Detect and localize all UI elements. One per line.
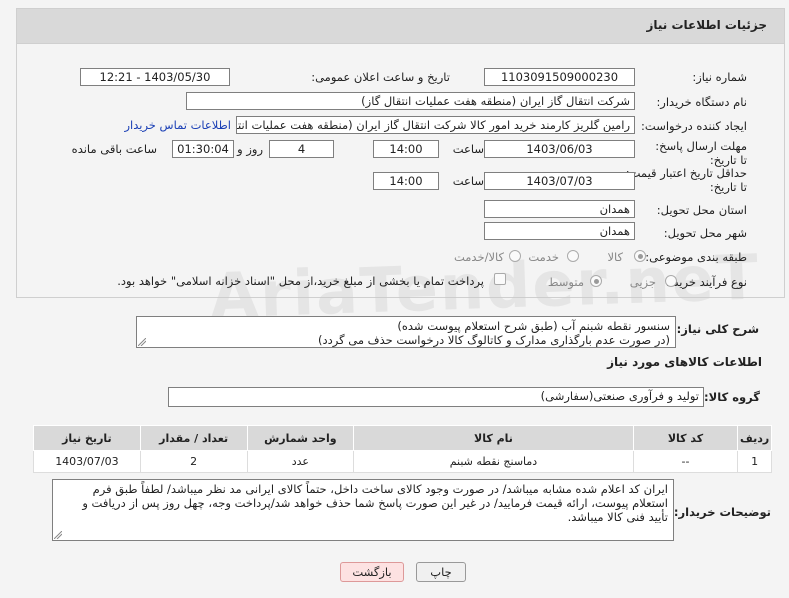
table-header-row: ردیف کد کالا نام کالا واحد شمارش تعداد /… [33,425,772,451]
buyer-notes-line-3: تأیید فنی کالا میباشد. [567,510,668,524]
contact-info-link[interactable]: اطلاعات تماس خریدار [124,118,231,132]
header-row-number: ردیف [737,425,772,451]
category-radio-goods[interactable] [634,250,646,262]
requester-label: ایجاد کننده درخواست: [641,119,747,133]
resize-grip-icon[interactable] [138,338,146,346]
cell-unit: عدد [246,450,355,473]
table-row[interactable]: 1 -- دماسنج نقطه شبنم عدد 2 1403/07/03 [33,450,772,473]
header-quantity: تعداد / مقدار [139,425,248,451]
buyer-notes-textarea[interactable]: ایران کد اعلام شده مشابه میباشد/ در صورت… [52,479,674,541]
category-option-goods-service: کالا/خدمت [453,250,504,264]
print-button[interactable]: چاپ [416,562,466,582]
description-textarea[interactable]: سنسور نقطه شبنم آب (طبق شرح استعلام پیوس… [136,316,676,348]
validity-label: حداقل تاریخ اعتبار قیمت: تا تاریخ: [625,166,747,194]
deadline-time-label: ساعت [452,142,484,156]
need-number-field[interactable]: 1103091509000230 [484,68,635,86]
validity-time-field[interactable]: 14:00 [373,172,439,190]
header-unit: واحد شمارش [246,425,355,451]
process-radio-medium[interactable] [590,275,602,287]
process-radio-minor[interactable] [665,275,677,287]
province-label: استان محل تحویل: [656,203,747,217]
validity-time-label: ساعت [452,174,484,188]
header-need-date: تاریخ نیاز [33,425,141,451]
need-number-label: شماره نیاز: [692,70,747,84]
goods-section-title: اطلاعات کالاهای مورد نیاز [607,355,762,369]
buyer-notes-label: توضیحات خریدار: [673,505,771,519]
category-radio-goods-service[interactable] [509,250,521,262]
description-line-2: (در صورت عدم بارگذاری مدارک و کاتالوگ کا… [318,333,670,347]
page-title: جزئیات اطلاعات نیاز [646,18,767,32]
deadline-date-field[interactable]: 1403/06/03 [484,140,635,158]
category-radio-service[interactable] [567,250,579,262]
header-goods-name: نام کالا [353,425,634,451]
deadline-label: مهلت ارسال پاسخ: تا تاریخ: [655,139,747,167]
header-goods-code: کد کالا [632,425,739,451]
city-field[interactable]: همدان [484,222,635,240]
description-label: شرح کلی نیاز: [676,322,759,336]
validity-date-field[interactable]: 1403/07/03 [484,172,635,190]
category-option-service: خدمت [528,250,559,264]
days-field[interactable]: 4 [269,140,334,158]
payment-note: پرداخت تمام یا بخشی از مبلغ خرید،از محل … [117,274,484,288]
announce-label: تاریخ و ساعت اعلان عمومی: [311,70,450,84]
treasury-checkbox[interactable] [494,273,506,285]
category-label: طبقه بندی موضوعی: [645,250,747,264]
process-option-medium: متوسط [547,275,584,289]
city-label: شهر محل تحویل: [663,226,747,240]
remaining-label: ساعت باقی مانده [71,142,157,156]
buyer-notes-line-2: استعلام پیوست، ارائه قیمت فرمایید/ در غی… [82,496,668,510]
resize-grip-icon[interactable] [54,531,62,539]
requester-field[interactable]: رامین گلریز کارمند خرید امور کالا شرکت ا… [236,116,635,134]
goods-table: ردیف کد کالا نام کالا واحد شمارش تعداد /… [33,425,772,473]
cell-goods-name: دماسنج نقطه شبنم [353,450,634,473]
buyer-org-label: نام دستگاه خریدار: [656,95,747,109]
cell-goods-code: -- [632,450,739,473]
description-line-1: سنسور نقطه شبنم آب (طبق شرح استعلام پیوس… [397,319,670,333]
back-button[interactable]: بازگشت [340,562,404,582]
category-option-goods: کالا [607,250,623,264]
days-label: روز و [237,142,263,156]
announce-field[interactable]: 1403/05/30 - 12:21 [80,68,230,86]
cell-need-date: 1403/07/03 [33,450,141,473]
cell-quantity: 2 [139,450,248,473]
goods-group-field[interactable]: تولید و فرآوری صنعتی(سفارشی) [168,387,704,407]
deadline-time-field[interactable]: 14:00 [373,140,439,158]
province-field[interactable]: همدان [484,200,635,218]
process-option-minor: جزیی [629,275,656,289]
buyer-org-field[interactable]: شرکت انتقال گاز ایران (منطقه هفت عملیات … [186,92,635,110]
buyer-notes-line-1: ایران کد اعلام شده مشابه میباشد/ در صورت… [92,482,668,496]
goods-group-label: گروه کالا: [704,390,760,404]
process-label: نوع فرآیند خرید : [665,275,747,289]
cell-row-number: 1 [737,450,772,473]
remaining-field[interactable]: 01:30:04 [172,140,234,158]
